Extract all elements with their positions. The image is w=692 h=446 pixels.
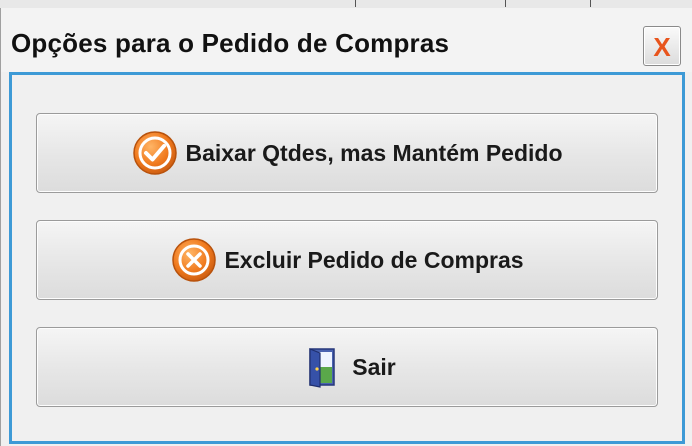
app-frame: Opções para o Pedido de Compras X Baixar… (0, 0, 692, 446)
dialog-content: Baixar Qtdes, mas Mantém Pedido Excluir … (9, 72, 685, 444)
options-dialog: Opções para o Pedido de Compras X Baixar… (0, 8, 692, 446)
x-circle-icon (170, 236, 218, 284)
dialog-title: Opções para o Pedido de Compras (11, 28, 450, 58)
close-button-label: X (653, 32, 671, 62)
baixar-qtdes-button[interactable]: Baixar Qtdes, mas Mantém Pedido (36, 113, 658, 193)
dialog-titlebar: Opções para o Pedido de Compras X (1, 8, 692, 72)
excluir-pedido-button[interactable]: Excluir Pedido de Compras (36, 220, 658, 300)
sair-label: Sair (352, 353, 396, 380)
door-exit-icon (298, 343, 346, 391)
close-button[interactable]: X (643, 26, 681, 66)
excluir-pedido-label: Excluir Pedido de Compras (224, 246, 524, 273)
check-circle-icon (131, 129, 179, 177)
baixar-qtdes-label: Baixar Qtdes, mas Mantém Pedido (185, 139, 563, 166)
sair-button[interactable]: Sair (36, 327, 658, 407)
